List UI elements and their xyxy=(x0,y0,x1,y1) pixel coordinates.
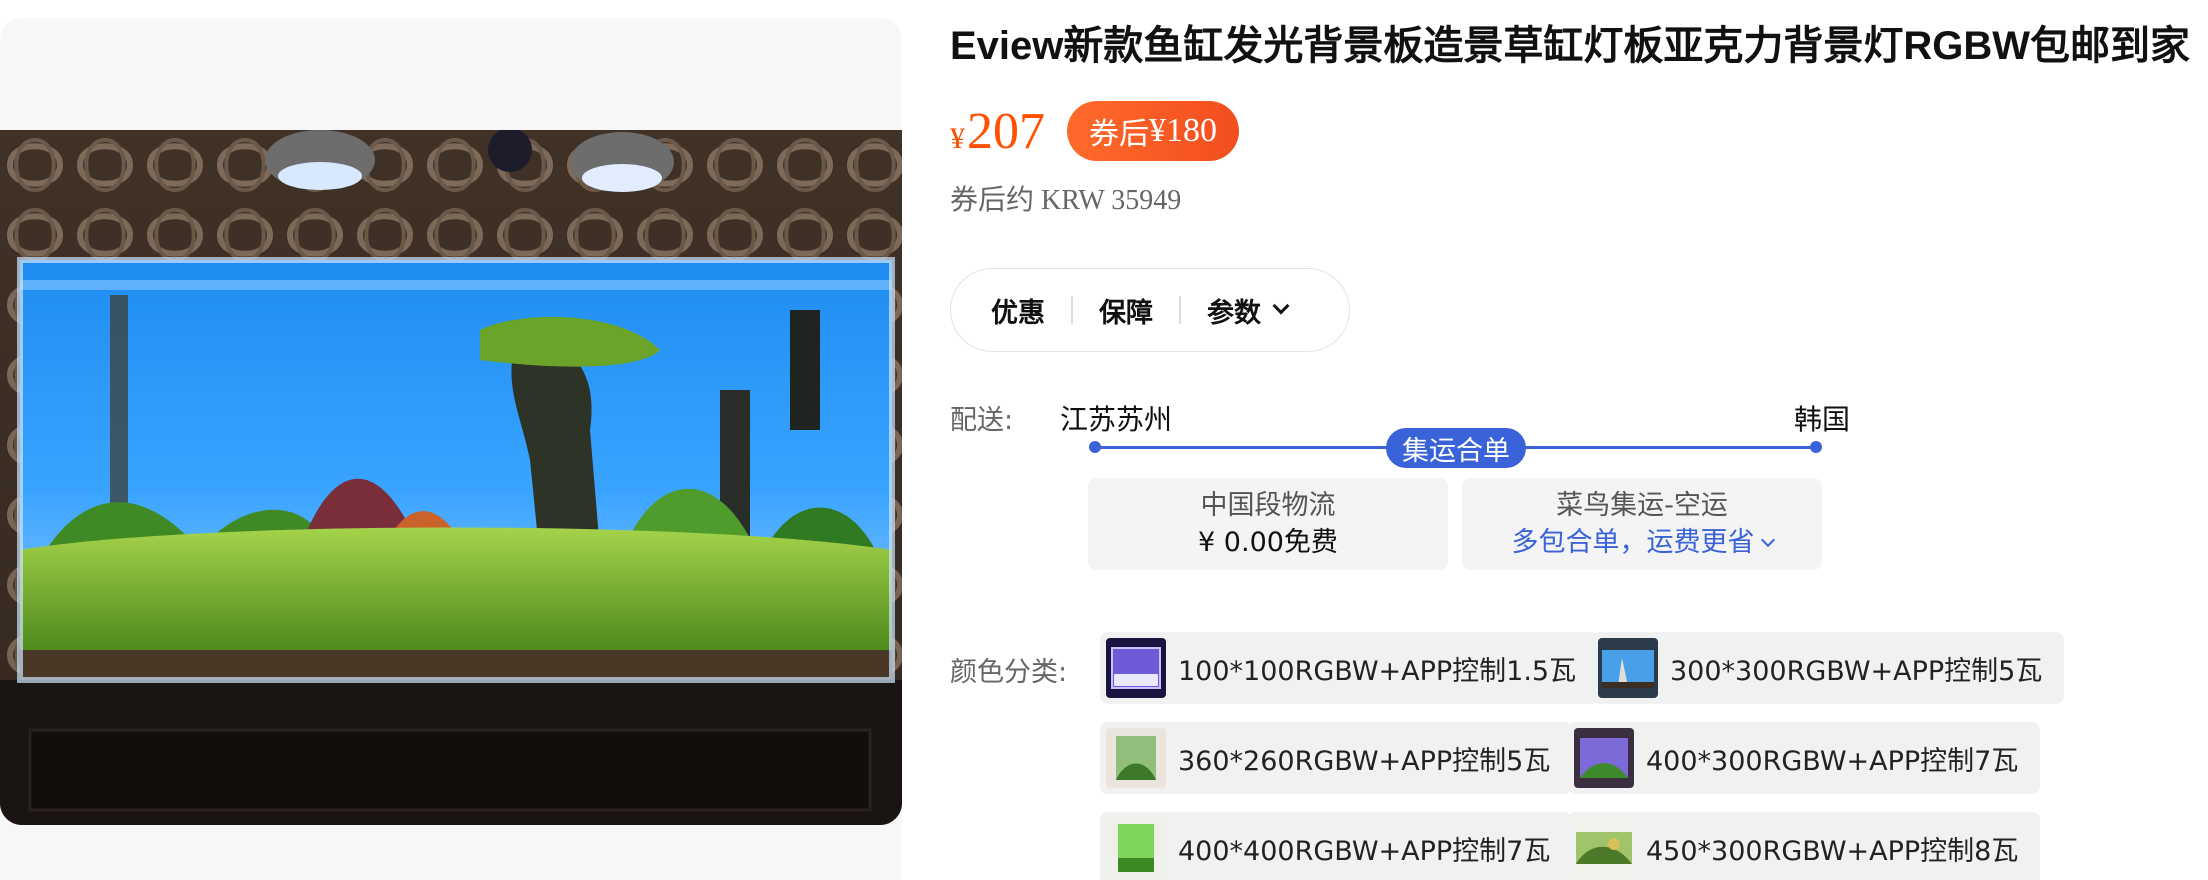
tab-label: 优惠 xyxy=(991,297,1045,329)
coupon-price-badge[interactable]: 券后 ¥ 180 xyxy=(1067,101,1239,161)
variant-label: 300*300RGBW+APP控制5瓦 xyxy=(1670,655,2043,687)
international-shipping-title: 菜鸟集运-空运 xyxy=(1556,490,1728,521)
price: ¥ 207 xyxy=(950,102,1045,161)
shipping-link-text: 多包合单，运费更省 xyxy=(1511,527,1755,558)
consolidation-badge: 集运合单 xyxy=(1386,428,1526,468)
aquarium-illustration xyxy=(0,130,902,825)
chevron-down-icon xyxy=(1272,297,1290,315)
coupon-value: 180 xyxy=(1166,112,1217,149)
shipping-label: 配送: xyxy=(950,405,1014,436)
product-main-image[interactable] xyxy=(0,130,902,825)
variant-thumbnail xyxy=(1106,728,1166,788)
tab-divider xyxy=(1179,296,1181,324)
variant-option[interactable]: 360*260RGBW+APP控制5瓦 xyxy=(1100,722,1573,794)
variant-thumbnail xyxy=(1106,818,1166,878)
variant-label: 450*300RGBW+APP控制8瓦 xyxy=(1646,835,2019,867)
tab-guarantee[interactable]: 保障 xyxy=(1099,291,1153,330)
coupon-currency: ¥ xyxy=(1149,112,1166,149)
tab-parameters[interactable]: 参数 xyxy=(1207,291,1290,330)
international-shipping-link[interactable]: 多包合单，运费更省 xyxy=(1462,524,1822,562)
tab-label: 参数 xyxy=(1207,297,1261,329)
coupon-prefix: 券后 xyxy=(1089,117,1149,152)
route-start-dot xyxy=(1089,441,1101,453)
price-row: ¥ 207 券后 ¥ 180 xyxy=(950,96,1239,166)
color-variant-label: 颜色分类: xyxy=(950,657,1068,688)
variant-option[interactable]: 400*400RGBW+APP控制7瓦 xyxy=(1100,812,1573,880)
variant-option[interactable]: 300*300RGBW+APP控制5瓦 xyxy=(1592,632,2065,704)
variant-label: 360*260RGBW+APP控制5瓦 xyxy=(1178,745,1551,777)
krw-estimate: 券后约 KRW 35949 xyxy=(950,178,1181,218)
product-title: Eview新款鱼缸发光背景板造景草缸灯板亚克力背景灯RGBW包邮到家 xyxy=(950,24,2191,68)
variant-option[interactable]: 100*100RGBW+APP控制1.5瓦 xyxy=(1100,632,1599,704)
tab-label: 保障 xyxy=(1099,297,1153,329)
shipping-origin: 江苏苏州 xyxy=(1060,403,1173,436)
variant-thumbnail xyxy=(1598,638,1658,698)
variant-label: 400*300RGBW+APP控制7瓦 xyxy=(1646,745,2019,777)
variant-label: 400*400RGBW+APP控制7瓦 xyxy=(1178,835,1551,867)
variant-option[interactable]: 400*300RGBW+APP控制7瓦 xyxy=(1568,722,2041,794)
price-currency: ¥ xyxy=(950,121,965,155)
variant-thumbnail xyxy=(1574,818,1634,878)
tab-promotions[interactable]: 优惠 xyxy=(991,291,1045,330)
krw-value: KRW 35949 xyxy=(1041,185,1182,216)
domestic-shipping-fee: ¥ 0.00免费 xyxy=(1198,527,1338,558)
route-end-dot xyxy=(1810,441,1822,453)
price-value: 207 xyxy=(967,102,1045,160)
info-tabs: 优惠 保障 参数 xyxy=(950,268,1350,352)
tab-divider xyxy=(1071,296,1073,324)
variant-thumbnail xyxy=(1574,728,1634,788)
product-image-panel[interactable] xyxy=(0,18,902,880)
variant-option[interactable]: 450*300RGBW+APP控制8瓦 xyxy=(1568,812,2041,880)
chevron-down-icon xyxy=(1760,532,1775,548)
variant-thumbnail xyxy=(1106,638,1166,698)
shipping-destination: 韩国 xyxy=(1794,403,1851,436)
domestic-shipping-card: 中国段物流 ¥ 0.00免费 xyxy=(1088,478,1448,570)
international-shipping-card[interactable]: 菜鸟集运-空运 多包合单，运费更省 xyxy=(1462,478,1822,570)
krw-prefix: 券后约 xyxy=(950,183,1035,216)
variant-label: 100*100RGBW+APP控制1.5瓦 xyxy=(1178,655,1577,687)
domestic-shipping-title: 中国段物流 xyxy=(1200,490,1336,521)
